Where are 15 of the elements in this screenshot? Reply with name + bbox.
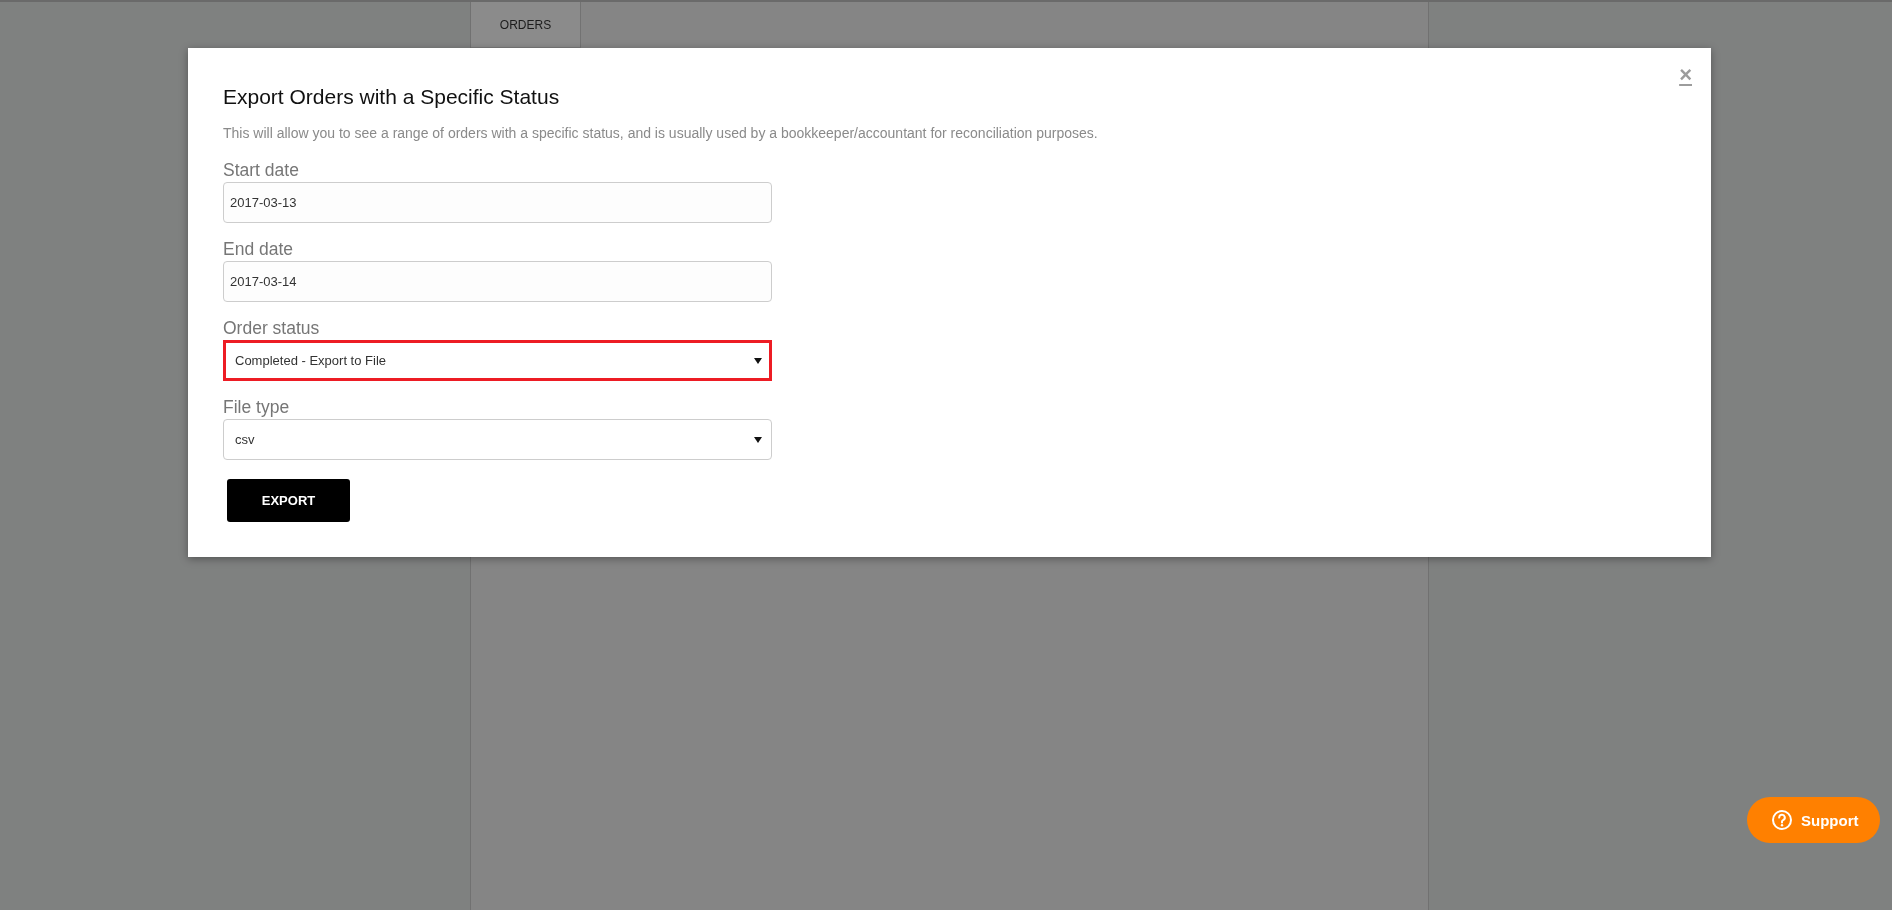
dialog-description: This will allow you to see a range of orders with a specific status, and is usually used by a bookkeeper/accountant for reconciliation purposes. bbox=[223, 124, 1099, 142]
dialog-title: Export Orders with a Specific Status bbox=[223, 84, 561, 110]
nav-tab[interactable]: ORDERS bbox=[471, 2, 581, 48]
dropdown-select[interactable]: csv bbox=[223, 419, 772, 460]
field-label: Order status bbox=[223, 318, 321, 338]
field-label: Start date bbox=[223, 160, 300, 180]
text-field[interactable]: 2017-03-14 bbox=[223, 261, 772, 302]
field-label: File type bbox=[223, 397, 291, 417]
dropdown-select[interactable]: Completed - Export to File bbox=[223, 340, 772, 381]
field-label: End date bbox=[223, 239, 295, 259]
text-field[interactable]: 2017-03-13 bbox=[223, 182, 772, 223]
caret-icon bbox=[754, 357, 762, 364]
help-icon bbox=[1772, 810, 1792, 830]
export-button[interactable]: EXPORT bbox=[227, 479, 350, 522]
caret-icon bbox=[754, 436, 762, 443]
